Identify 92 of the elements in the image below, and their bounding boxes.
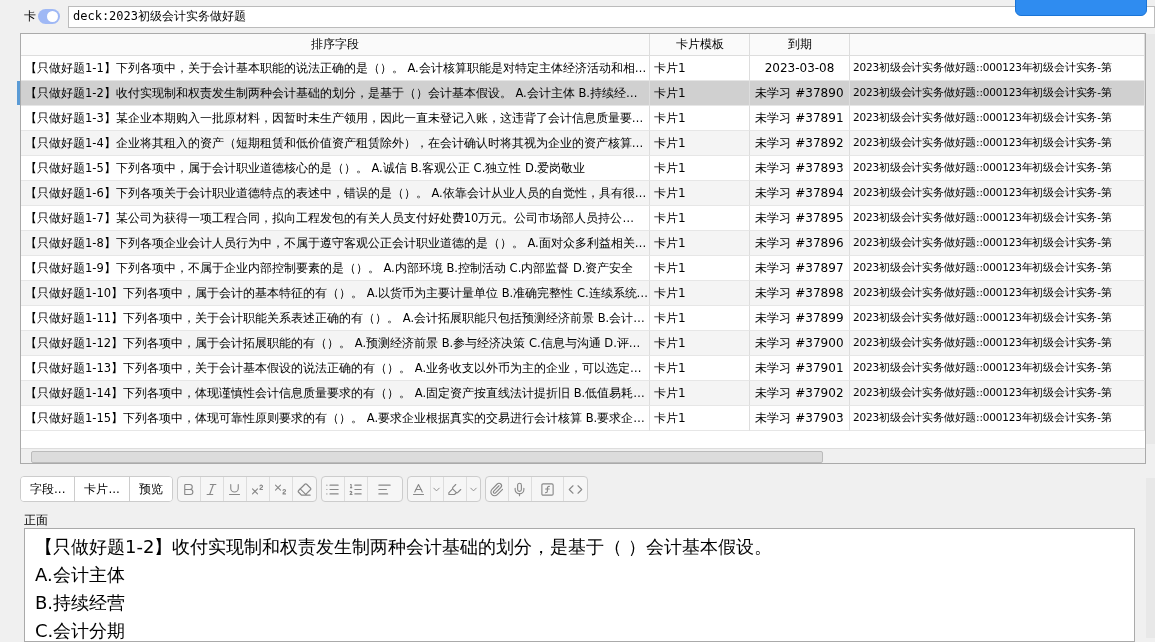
table-cell[interactable]: 卡片1 xyxy=(650,156,750,181)
table-cell[interactable]: 卡片1 xyxy=(650,331,750,356)
table-cell[interactable]: 卡片1 xyxy=(650,281,750,306)
table-cell[interactable]: 【只做好题1-1】下列各项中，关于会计基本职能的说法正确的是（）。 A.会计核算职能是对特定主体经济活动和相… xyxy=(21,56,650,81)
table-cell[interactable]: 2023初级会计实务做好题::000123年初级会计实务-第 xyxy=(850,106,1145,131)
table-cell[interactable]: 未学习 #37896 xyxy=(750,231,850,256)
table-cell[interactable]: 【只做好题1-8】下列各项企业会计人员行为中，不属于遵守客观公正会计职业道德的是（）。 A.面对众多利益相关… xyxy=(21,231,650,256)
table-cell[interactable]: 卡片1 xyxy=(650,381,750,406)
table-cell[interactable]: 未学习 #37891 xyxy=(750,106,850,131)
column-header[interactable]: 到期 xyxy=(750,34,850,56)
table-cell[interactable]: 未学习 #37899 xyxy=(750,306,850,331)
table-cell[interactable]: 卡片1 xyxy=(650,131,750,156)
table-cell[interactable]: 未学习 #37894 xyxy=(750,181,850,206)
vertical-scrollbar[interactable] xyxy=(1146,34,1155,444)
table-cell[interactable]: 卡片1 xyxy=(650,231,750,256)
table-cell[interactable]: 未学习 #37902 xyxy=(750,381,850,406)
underline-icon xyxy=(227,481,243,497)
function-icon xyxy=(539,481,555,497)
table-cell[interactable]: 未学习 #37903 xyxy=(750,406,850,431)
table-cell[interactable]: 2023初级会计实务做好题::000123年初级会计实务-第 xyxy=(850,356,1145,381)
table-cell[interactable]: 【只做好题1-7】某公司为获得一项工程合同，拟向工程发包的有关人员支付好处费10万元。公司市场部人员持公… xyxy=(21,206,650,231)
superscript-icon xyxy=(250,481,266,497)
caret-button[interactable] xyxy=(430,477,444,501)
mode-button[interactable]: 卡片... xyxy=(75,477,130,501)
table-cell[interactable]: 2023初级会计实务做好题::000123年初级会计实务-第 xyxy=(850,306,1145,331)
table-cell[interactable]: 【只做好题1-12】下列各项中，属于会计拓展职能的有（）。 A.预测经济前景 B.参与经济决策 C.信息与沟通 D.评… xyxy=(21,331,650,356)
italic-icon xyxy=(204,481,220,497)
table-cell[interactable]: 2023初级会计实务做好题::000123年初级会计实务-第 xyxy=(850,181,1145,206)
table-cell[interactable]: 未学习 #37890 xyxy=(750,81,850,106)
table-cell[interactable]: 未学习 #37893 xyxy=(750,156,850,181)
toggle-switch[interactable] xyxy=(38,9,60,24)
column-header[interactable] xyxy=(850,34,1145,56)
table-cell[interactable]: 2023初级会计实务做好题::000123年初级会计实务-第 xyxy=(850,406,1145,431)
table-cell[interactable]: 卡片1 xyxy=(650,356,750,381)
editor-line: C.会计分期 xyxy=(35,619,127,641)
table-cell[interactable]: 【只做好题1-15】下列各项中，体现可靠性原则要求的有（）。 A.要求企业根据真实的交易进行会计核算 B.要求企… xyxy=(21,406,650,431)
table-cell[interactable]: 2023初级会计实务做好题::000123年初级会计实务-第 xyxy=(850,81,1145,106)
table-cell[interactable]: 卡片1 xyxy=(650,181,750,206)
table-cell[interactable]: 【只做好题1-13】下列各项中，关于会计基本假设的说法正确的有（）。 A.业务收支以外币为主的企业，可以选定… xyxy=(21,356,650,381)
align-icon xyxy=(377,481,393,497)
table-cell[interactable]: 2023初级会计实务做好题::000123年初级会计实务-第 xyxy=(850,331,1145,356)
table-cell[interactable]: 2023初级会计实务做好题::000123年初级会计实务-第 xyxy=(850,381,1145,406)
table-cell[interactable]: 卡片1 xyxy=(650,256,750,281)
table-cell[interactable]: 2023初级会计实务做好题::000123年初级会计实务-第 xyxy=(850,56,1145,81)
table-cell[interactable]: 【只做好题1-5】下列各项中，属于会计职业道德核心的是（）。 A.诚信 B.客观公正 C.独立性 D.爱岗敬业 xyxy=(21,156,650,181)
search-field[interactable]: deck:2023初级会计实务做好题 xyxy=(68,5,1155,28)
table-cell[interactable]: 未学习 #37901 xyxy=(750,356,850,381)
table-cell[interactable]: 【只做好题1-9】下列各项中，不属于企业内部控制要素的是（）。 A.内部环境 B.控制活动 C.内部监督 D.资产安全 xyxy=(21,256,650,281)
field-label: 正面 xyxy=(24,512,49,526)
table-cell[interactable]: 2023初级会计实务做好题::000123年初级会计实务-第 xyxy=(850,156,1145,181)
table-cell[interactable]: 【只做好题1-14】下列各项中，体现谨慎性会计信息质量要求的有（）。 A.固定资产按直线法计提折旧 B.低值易耗… xyxy=(21,381,650,406)
column-header[interactable]: 卡片模板 xyxy=(650,34,750,56)
table-cell[interactable]: 未学习 #37895 xyxy=(750,206,850,231)
mode-button[interactable]: 字段... xyxy=(21,477,76,501)
editor-line: 【只做好题1-2】收付实现制和权责发生制两种会计基础的划分，是基于（ ）会计基本假设。 xyxy=(35,535,774,559)
horizontal-scrollbar[interactable] xyxy=(21,448,1145,463)
table-cell[interactable]: 卡片1 xyxy=(650,81,750,106)
editor-field[interactable]: 【只做好题1-2】收付实现制和权责发生制两种会计基础的划分，是基于（ ）会计基本假设。 A.会计主体 B.持续经营 C.会计分期 xyxy=(24,528,1135,642)
table-cell[interactable]: 卡片1 xyxy=(650,406,750,431)
table-cell[interactable]: 未学习 #37900 xyxy=(750,331,850,356)
column-header[interactable]: 排序字段 xyxy=(21,34,650,56)
eraser-icon xyxy=(296,481,312,497)
bullet-list-icon xyxy=(325,481,341,497)
table-cell[interactable]: 【只做好题1-10】下列各项中，属于会计的基本特征的有（）。 A.以货币为主要计量单位 B.准确完整性 C.连续系统… xyxy=(21,281,650,306)
table-cell[interactable]: 2023初级会计实务做好题::000123年初级会计实务-第 xyxy=(850,256,1145,281)
table-cell[interactable]: 【只做好题1-4】企业将其租入的资产（短期租赁和低价值资产租赁除外），在会计确认时将其视为企业的资产核算… xyxy=(21,131,650,156)
table-cell[interactable]: 未学习 #37897 xyxy=(750,256,850,281)
table-cell[interactable]: 2023初级会计实务做好题::000123年初级会计实务-第 xyxy=(850,131,1145,156)
table-cell[interactable]: 卡片1 xyxy=(650,206,750,231)
table-cell[interactable]: 2023初级会计实务做好题::000123年初级会计实务-第 xyxy=(850,281,1145,306)
table-cell[interactable]: 卡片1 xyxy=(650,306,750,331)
table-cell[interactable]: 卡片1 xyxy=(650,56,750,81)
subscript-icon xyxy=(273,481,289,497)
table-cell[interactable]: 2023初级会计实务做好题::000123年初级会计实务-第 xyxy=(850,231,1145,256)
editor-line: A.会计主体 xyxy=(35,563,126,587)
numbered-list-icon xyxy=(348,481,364,497)
table-cell[interactable]: 未学习 #37898 xyxy=(750,281,850,306)
mode-button[interactable]: 预览 xyxy=(129,477,172,501)
highlighter-icon xyxy=(447,481,463,497)
table-cell[interactable]: 未学习 #37892 xyxy=(750,131,850,156)
table-cell[interactable]: 【只做好题1-11】下列各项中，关于会计职能关系表述正确的有（）。 A.会计拓展职能只包括预测经济前景 B.会计… xyxy=(21,306,650,331)
editor-line: B.持续经营 xyxy=(35,591,127,615)
table-cell[interactable]: 【只做好题1-2】收付实现制和权责发生制两种会计基础的划分，是基于（）会计基本假设。 A.会计主体 B.持续经… xyxy=(21,81,650,106)
table-cell[interactable]: 【只做好题1-3】某企业本期购入一批原材料，因暂时未生产领用，因此一直未登记入账，这违背了会计信息质量要… xyxy=(21,106,650,131)
paperclip-icon xyxy=(489,481,505,497)
table-cell[interactable]: 2023初级会计实务做好题::000123年初级会计实务-第 xyxy=(850,206,1145,231)
text-color-icon xyxy=(411,481,427,497)
table-cell[interactable]: 卡片1 xyxy=(650,106,750,131)
microphone-icon xyxy=(512,481,528,497)
table-cell[interactable]: 【只做好题1-6】下列各项关于会计职业道德特点的表述中，错误的是（）。 A.依靠会计从业人员的自觉性，具有很… xyxy=(21,181,650,206)
toggle-label: 卡 xyxy=(24,8,36,25)
table-cell[interactable]: 2023-03-08 xyxy=(750,56,850,81)
